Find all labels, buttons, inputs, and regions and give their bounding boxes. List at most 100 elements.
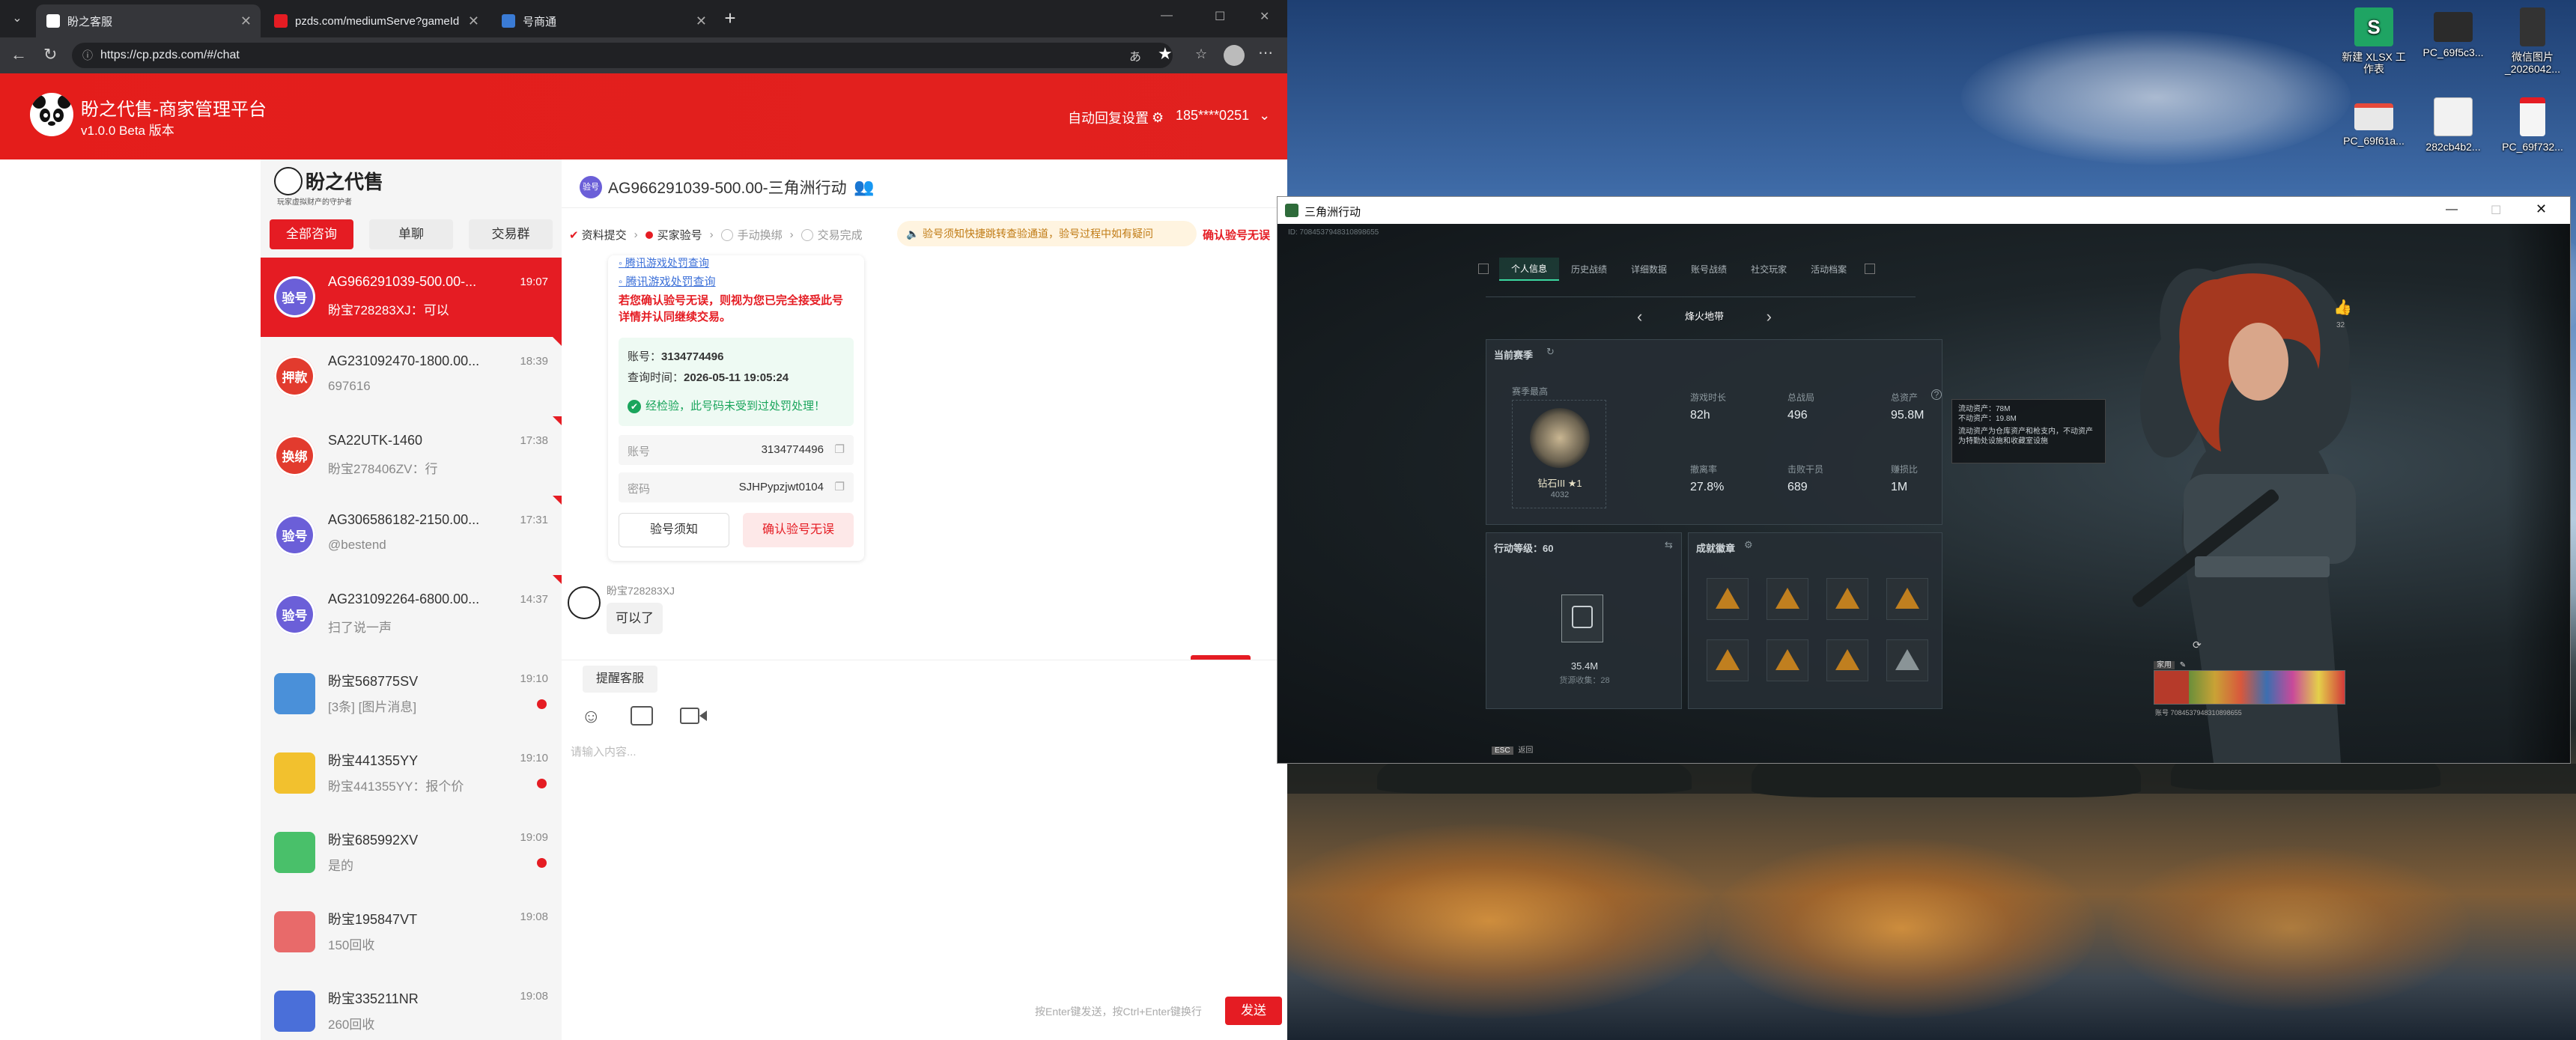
edit-icon[interactable]: ✎ xyxy=(2180,661,2186,669)
verify-badge-icon: 验号 xyxy=(580,176,602,198)
image-upload-icon[interactable] xyxy=(631,706,653,726)
more-menu-icon[interactable]: ⋯ xyxy=(1258,43,1273,62)
conversation-item[interactable]: 盼宝685992XV 19:09 是的 xyxy=(261,813,562,892)
auto-reply-settings[interactable]: 自动回复设置 ⚙ xyxy=(1068,108,1164,127)
conversation-item[interactable]: 押款 AG231092470-1800.00... 18:39 697616 xyxy=(261,337,562,416)
desktop-icon-pc2[interactable]: PC_69f61a... xyxy=(2338,97,2410,147)
minimize-button[interactable]: — xyxy=(1161,9,1173,22)
game-tab-profile[interactable]: 个人信息 xyxy=(1499,257,1560,281)
game-minimize-button[interactable]: — xyxy=(2446,203,2458,216)
conversation-item[interactable]: 盼宝335211NR 19:08 260回收 xyxy=(261,972,562,1040)
conversation-time: 19:10 xyxy=(520,752,548,764)
notice-bar[interactable]: 🔈 验号须知快捷跳转查验通道，验号过程中如有疑问 xyxy=(897,221,1197,246)
tab-close-icon[interactable]: ✕ xyxy=(240,13,252,29)
tab-all-consult[interactable]: 全部咨询 xyxy=(270,219,353,249)
achievement-badge-icon[interactable] xyxy=(1767,639,1808,681)
desktop-icon-282cb[interactable]: 282cb4b2... xyxy=(2417,97,2489,153)
achievement-badge-icon[interactable] xyxy=(1707,578,1749,620)
translate-icon[interactable]: あ xyxy=(1129,46,1141,64)
remind-service-button[interactable]: 提醒客服 xyxy=(583,666,657,693)
conversation-item[interactable]: 换绑 SA22UTK-1460 17:38 盼宝278406ZV：行 xyxy=(261,416,562,496)
tab-close-icon[interactable]: ✕ xyxy=(468,13,479,29)
address-bar[interactable]: ⓘ https://cp.pzds.com/#/chat xyxy=(72,43,1173,68)
penalty-query-link[interactable]: ◦ 腾讯游戏处罚查询 xyxy=(619,273,716,289)
conversation-item[interactable]: 验号 AG966291039-500.00-... 19:07 盼宝728283XJ：… xyxy=(261,258,562,337)
tab-close-icon[interactable]: ✕ xyxy=(696,13,707,29)
conversation-name: AG966291039-500.00-... xyxy=(328,274,477,289)
conversation-avatar: 验号 xyxy=(274,276,315,317)
desktop-icon-pc3[interactable]: PC_69f732... xyxy=(2497,97,2569,153)
tab-pzds-medium[interactable]: pzds.com/mediumServe?gameId= ✕ xyxy=(264,4,488,37)
game-tab-detail[interactable]: 详细数据 xyxy=(1619,258,1679,280)
group-members-icon[interactable]: 👥 xyxy=(854,177,874,197)
info-icon[interactable]: ? xyxy=(1931,389,1942,400)
game-maximize-button[interactable]: ☐ xyxy=(2491,203,2501,218)
conversation-time: 14:37 xyxy=(520,593,548,606)
chevron-left-icon[interactable]: ‹ xyxy=(1637,305,1642,328)
game-edge-shade xyxy=(2506,224,2570,763)
site-info-icon[interactable]: ⓘ xyxy=(82,43,93,68)
confirm-verify-link-top[interactable]: 确认验号无误 xyxy=(1203,227,1270,243)
achievement-badge-icon[interactable] xyxy=(1886,639,1928,681)
refresh-icon[interactable]: ↻ xyxy=(1546,346,1555,358)
tab-single-chat[interactable]: 单聊 xyxy=(369,219,453,249)
verify-notice-button[interactable]: 验号须知 xyxy=(619,513,729,547)
achievement-badge-icon[interactable] xyxy=(1767,578,1808,620)
like-thumb-icon[interactable]: 👍 xyxy=(2333,298,2352,317)
conversation-item[interactable]: 盼宝568775SV 19:10 [3条] [图片消息] xyxy=(261,654,562,734)
tab-trade-group[interactable]: 交易群 xyxy=(469,219,553,249)
tab-panzhi-kefu[interactable]: 盼之客服 ✕ xyxy=(36,4,261,37)
maximize-button[interactable]: ☐ xyxy=(1215,9,1225,24)
team-label: 家用 xyxy=(2154,661,2175,669)
tab-haoshangtong[interactable]: 号商通 ✕ xyxy=(491,4,716,37)
game-title-bar: 三角洲行动 — ☐ ✕ xyxy=(1278,197,2570,224)
desktop-icon-wechat-image[interactable]: 微信图片_2026042... xyxy=(2497,7,2569,75)
rotate-icon[interactable]: ⟳ xyxy=(2193,639,2202,651)
message-input[interactable]: 请输入内容... xyxy=(571,743,1275,968)
game-tab-social[interactable]: 社交玩家 xyxy=(1739,258,1799,280)
switch-icon[interactable]: ⇆ xyxy=(1665,539,1673,551)
favorite-star-icon[interactable]: ★ xyxy=(1158,44,1173,64)
conversation-item[interactable]: 验号 AG231092264-6800.00... 14:37 扫了说一声 xyxy=(261,575,562,654)
game-tab-history[interactable]: 历史战绩 xyxy=(1559,258,1619,280)
copy-icon[interactable]: ❐ xyxy=(835,443,845,456)
tab-list-chevron-icon[interactable]: ⌄ xyxy=(7,9,27,28)
gear-icon[interactable]: ⚙ xyxy=(1744,539,1753,551)
achievement-badge-icon[interactable] xyxy=(1886,578,1928,620)
user-account-menu[interactable]: 185****0251 ⌄ xyxy=(1176,108,1270,124)
reload-icon[interactable]: ↻ xyxy=(43,45,57,64)
profile-avatar[interactable] xyxy=(1224,45,1245,66)
message-bubble: 可以了 xyxy=(607,603,663,634)
copy-icon[interactable]: ❐ xyxy=(835,480,845,493)
conversation-item[interactable]: 盼宝195847VT 19:08 150回收 xyxy=(261,892,562,972)
conversation-panel: 盼之代售 玩家虚拟财产的守护者 全部咨询 单聊 交易群 验号 AG96629103… xyxy=(261,159,562,1040)
close-window-button[interactable]: ✕ xyxy=(1260,9,1269,24)
achievement-badge-icon[interactable] xyxy=(1707,639,1749,681)
game-tab-account-record[interactable]: 账号战绩 xyxy=(1679,258,1739,280)
tab-prev-icon[interactable] xyxy=(1478,264,1489,274)
team-avatars[interactable] xyxy=(2154,670,2345,705)
send-button[interactable]: 发送 xyxy=(1225,997,1282,1025)
unread-dot xyxy=(537,699,547,709)
video-icon[interactable] xyxy=(680,708,708,726)
message-sender: 盼宝728283XJ xyxy=(607,585,675,597)
desktop-icon-label: 微信图片_2026042... xyxy=(2505,51,2560,75)
achievement-badge-icon[interactable] xyxy=(1826,578,1868,620)
game-close-button[interactable]: ✕ xyxy=(2536,201,2547,217)
chevron-right-icon[interactable]: › xyxy=(1767,305,1772,328)
back-arrow-icon[interactable]: ← xyxy=(10,45,27,64)
esc-back-hint[interactable]: ESC 返回 xyxy=(1492,743,1533,755)
new-tab-button[interactable]: + xyxy=(719,7,741,30)
conversation-item[interactable]: 盼宝441355YY 19:10 盼宝441355YY：报个价 xyxy=(261,734,562,813)
emoji-icon[interactable]: ☺ xyxy=(581,705,601,728)
game-tab-activity[interactable]: 活动档案 xyxy=(1799,258,1859,280)
penalty-query-link-partial[interactable]: ◦ 腾讯游戏处罚查询 xyxy=(619,255,709,270)
confirm-verify-button[interactable]: 确认验号无误 xyxy=(743,513,854,547)
conversation-item[interactable]: 验号 AG306586182-2150.00... 17:31 @bestend xyxy=(261,496,562,575)
tab-next-icon[interactable] xyxy=(1865,264,1876,274)
favorites-icon[interactable]: ☆ xyxy=(1195,46,1207,62)
desktop-icon-pc1[interactable]: PC_69f5c3... xyxy=(2417,7,2489,58)
achievement-badge-icon[interactable] xyxy=(1826,639,1868,681)
desktop-icon-xlsx[interactable]: S 新建 XLSX 工作表 xyxy=(2338,7,2410,75)
mode-selector[interactable]: ‹ 烽火地带 › xyxy=(1637,305,1772,328)
